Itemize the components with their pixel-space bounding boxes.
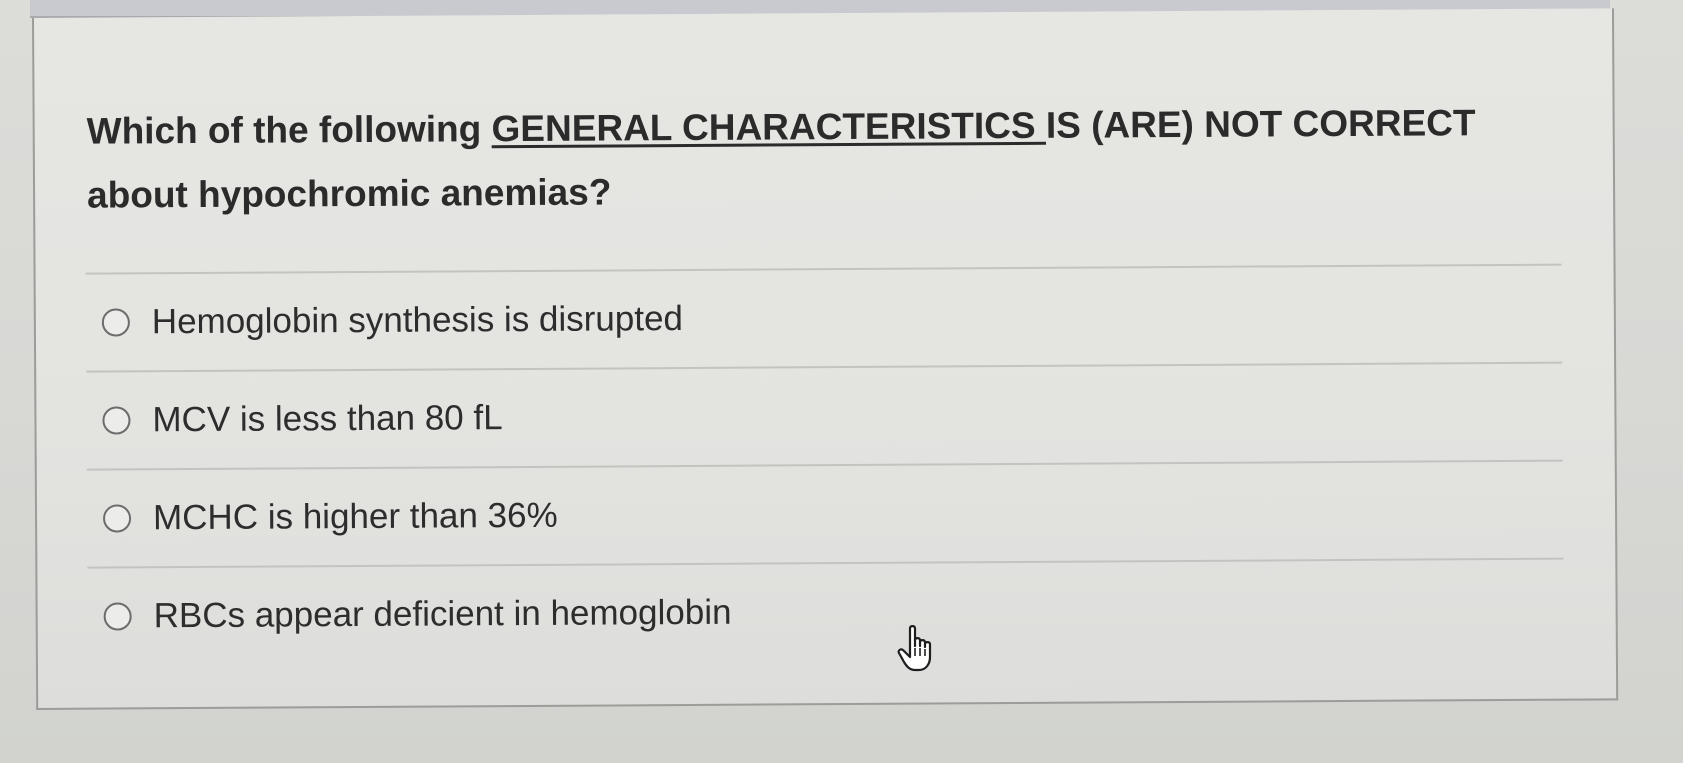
- option-label: MCV is less than 80 fL: [152, 398, 503, 440]
- answer-option-1[interactable]: Hemoglobin synthesis is disrupted: [86, 266, 1567, 371]
- hand-pointer-icon: [897, 625, 932, 672]
- option-label: RBCs appear deficient in hemoglobin: [153, 592, 732, 636]
- question-emphasis: GENERAL CHARACTERISTICS: [491, 104, 1047, 150]
- radio-button[interactable]: [101, 308, 130, 337]
- answer-option-3[interactable]: MCHC is higher than 36%: [87, 462, 1568, 567]
- answer-options: Hemoglobin synthesis is disrupted MCV is…: [85, 263, 1568, 665]
- radio-button[interactable]: [102, 504, 132, 533]
- question-prefix: Which of the following: [86, 108, 492, 152]
- question-text: Which of the following GENERAL CHARACTER…: [86, 91, 1567, 228]
- answer-option-2[interactable]: MCV is less than 80 fL: [86, 364, 1567, 469]
- option-label: Hemoglobin synthesis is disrupted: [151, 299, 684, 342]
- radio-button[interactable]: [102, 406, 131, 435]
- radio-button[interactable]: [103, 602, 132, 631]
- answer-option-4[interactable]: RBCs appear deficient in hemoglobin: [87, 560, 1568, 665]
- option-label: MCHC is higher than 36%: [152, 495, 558, 538]
- screen: Which of the following GENERAL CHARACTER…: [0, 0, 1683, 763]
- question-card: Which of the following GENERAL CHARACTER…: [32, 8, 1619, 710]
